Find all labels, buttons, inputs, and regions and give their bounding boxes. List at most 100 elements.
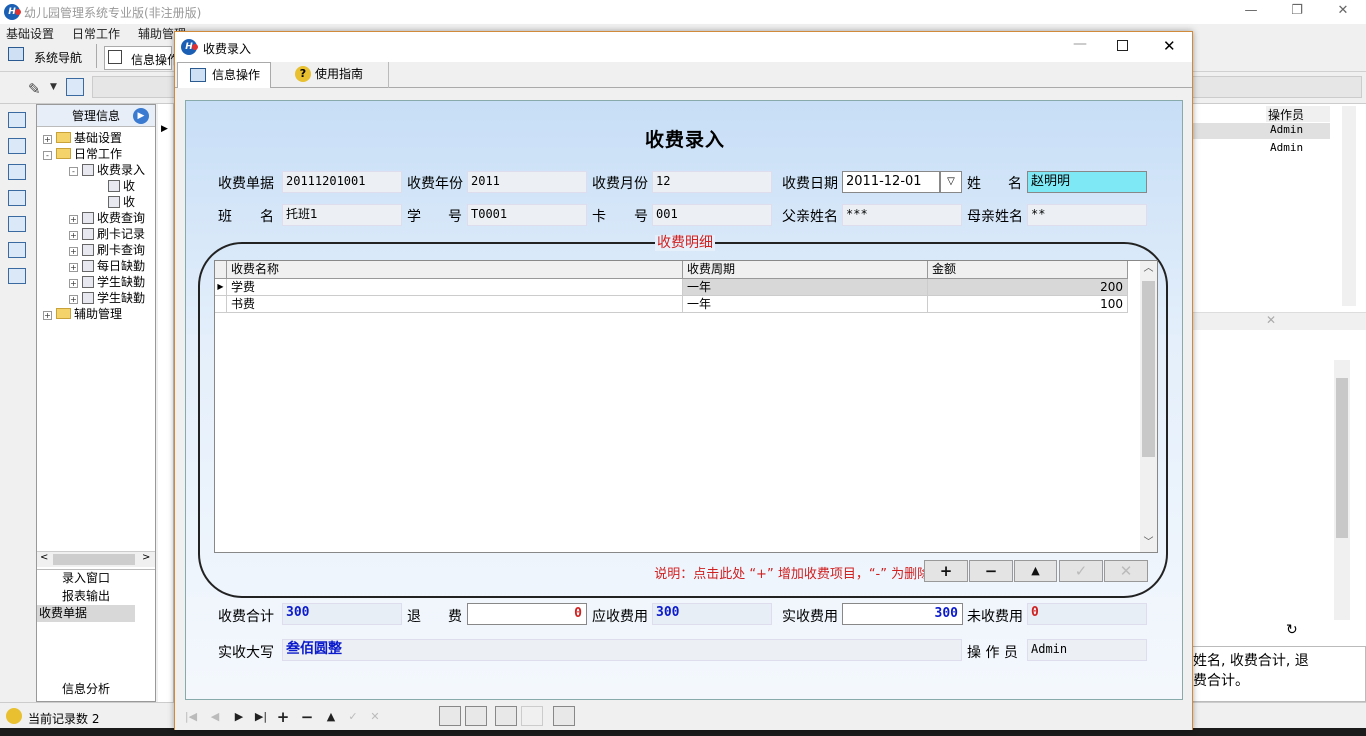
- delete-row-button[interactable]: −: [969, 560, 1013, 582]
- add-row-button[interactable]: +: [924, 560, 968, 582]
- dialog-tab-guide[interactable]: ? 使用指南: [281, 62, 389, 88]
- network-icon[interactable]: [8, 138, 26, 154]
- edit-record-icon[interactable]: ▲: [321, 708, 341, 726]
- grid-col-period[interactable]: 收费周期: [683, 261, 928, 279]
- scroll-down-icon[interactable]: ﹀: [1140, 535, 1157, 551]
- bg-splitter[interactable]: ✕: [1190, 312, 1366, 330]
- dialog-tab-info-ops[interactable]: 信息操作: [177, 62, 272, 88]
- refund-input[interactable]: 0: [467, 603, 587, 625]
- expand-icon[interactable]: +: [43, 311, 52, 320]
- tree-item[interactable]: 收: [95, 177, 135, 194]
- tree-item[interactable]: + 刷卡查询: [69, 241, 145, 258]
- date-input[interactable]: 2011-12-01: [842, 171, 940, 193]
- grid-cell-period[interactable]: 一年: [683, 296, 928, 313]
- prev-record-icon[interactable]: ◀: [205, 708, 225, 726]
- nav-hscroll[interactable]: < >: [37, 551, 155, 567]
- name-input[interactable]: 赵明明: [1027, 171, 1147, 193]
- print-icon[interactable]: [439, 706, 461, 726]
- bg-vscroll[interactable]: [1342, 106, 1356, 306]
- collapse-icon[interactable]: -: [43, 151, 52, 160]
- dialog-maximize-icon[interactable]: [1117, 40, 1128, 51]
- menu-daily-work[interactable]: 日常工作: [72, 25, 120, 42]
- tree-item[interactable]: + 学生缺勤: [69, 289, 145, 306]
- expand-icon[interactable]: +: [69, 279, 78, 288]
- grid-cell-period[interactable]: 一年: [683, 279, 928, 296]
- window-icon[interactable]: [8, 112, 26, 128]
- scroll-up-icon[interactable]: ︿: [1140, 261, 1157, 277]
- grid-col-name[interactable]: 收费名称: [227, 261, 683, 279]
- bg-panel-scroll[interactable]: [1334, 360, 1350, 620]
- expand-icon[interactable]: +: [69, 215, 78, 224]
- insert-record-icon[interactable]: +: [273, 708, 293, 726]
- print-preview-icon[interactable]: [465, 706, 487, 726]
- grid-col-amount[interactable]: 金额: [928, 261, 1128, 279]
- chevron-down-icon[interactable]: ▼: [50, 82, 57, 92]
- tree-item[interactable]: + 每日缺勤: [69, 257, 145, 274]
- expand-icon[interactable]: +: [69, 247, 78, 256]
- restore-icon[interactable]: ❐: [1274, 0, 1320, 24]
- scroll-right-icon[interactable]: >: [142, 552, 150, 563]
- menu-basic-settings[interactable]: 基础设置: [6, 25, 54, 42]
- first-record-icon[interactable]: |◀: [181, 708, 201, 726]
- dialog-tab-info-ops-label: 信息操作: [212, 68, 261, 82]
- nav-item-report-output[interactable]: 报表输出: [37, 588, 135, 605]
- dialog-close-icon[interactable]: ✕: [1163, 37, 1176, 55]
- dialog-minimize-icon[interactable]: —: [1073, 36, 1087, 52]
- post-record-icon[interactable]: ✓: [343, 708, 363, 726]
- collapse-icon[interactable]: ▶: [133, 108, 149, 124]
- document-icon[interactable]: [8, 190, 26, 206]
- tab-system-nav[interactable]: 系统导航: [34, 49, 82, 66]
- expand-icon[interactable]: +: [69, 263, 78, 272]
- nav-icon: [8, 47, 24, 61]
- nav-item-entry-window[interactable]: 录入窗口: [37, 570, 135, 587]
- trash-icon[interactable]: [8, 268, 26, 284]
- tree-item[interactable]: + 基础设置: [43, 129, 122, 146]
- search-icon[interactable]: [66, 78, 84, 96]
- grid-vscroll-thumb[interactable]: [1142, 281, 1155, 457]
- tree-item[interactable]: - 日常工作: [43, 145, 122, 162]
- grid-cell-amount[interactable]: 100: [928, 296, 1128, 313]
- tree-item[interactable]: + 学生缺勤: [69, 273, 145, 290]
- tree-item[interactable]: + 刷卡记录: [69, 225, 145, 242]
- collapse-icon[interactable]: -: [69, 167, 78, 176]
- nav-hscroll-thumb[interactable]: [53, 554, 135, 565]
- nav-item-receipt[interactable]: 收费单据: [37, 605, 135, 622]
- bg-panel-scroll-thumb[interactable]: [1336, 378, 1348, 538]
- grid-cell-amount[interactable]: 200: [928, 279, 1128, 296]
- play-icon[interactable]: [521, 706, 543, 726]
- users-icon[interactable]: [8, 242, 26, 258]
- expand-icon[interactable]: +: [69, 295, 78, 304]
- chart-icon[interactable]: [8, 216, 26, 232]
- save-button[interactable]: ✓: [1059, 560, 1103, 582]
- expand-icon[interactable]: +: [69, 231, 78, 240]
- delete-record-icon[interactable]: −: [297, 708, 317, 726]
- cancel-button[interactable]: ✕: [1104, 560, 1148, 582]
- expand-icon[interactable]: +: [43, 135, 52, 144]
- grid-vscroll[interactable]: ︿ ﹀: [1140, 261, 1157, 552]
- grid-cell-name[interactable]: 书费: [227, 296, 683, 313]
- refresh-icon[interactable]: ↻: [1286, 622, 1298, 638]
- tree-item[interactable]: + 辅助管理: [43, 305, 122, 322]
- minimize-icon[interactable]: —: [1228, 0, 1274, 24]
- grid-cell-name[interactable]: 学费: [227, 279, 683, 296]
- paid-input[interactable]: 300: [842, 603, 963, 625]
- tree-item[interactable]: - 收费录入: [69, 161, 145, 178]
- move-up-button[interactable]: ▲: [1014, 560, 1057, 582]
- date-dropdown-icon[interactable]: ▽: [940, 171, 962, 193]
- fee-detail-grid[interactable]: 收费名称 收费周期 金额 ▶ 学费 一年 200 书费 一年 100 ︿ ﹀: [214, 260, 1158, 553]
- pencil-icon[interactable]: ✎: [28, 80, 41, 98]
- nav-footer-analysis[interactable]: 信息分析: [37, 680, 135, 697]
- close-icon[interactable]: ✕: [1266, 313, 1276, 327]
- close-icon[interactable]: ✕: [1320, 0, 1366, 24]
- folder-icon: [56, 308, 71, 319]
- zoom-icon[interactable]: [495, 706, 517, 726]
- list-icon[interactable]: [8, 164, 26, 180]
- cancel-record-icon[interactable]: ✕: [365, 708, 385, 726]
- scroll-left-icon[interactable]: <: [40, 552, 48, 563]
- find-icon[interactable]: [553, 706, 575, 726]
- last-record-icon[interactable]: ▶|: [251, 708, 271, 726]
- tree-item[interactable]: 收: [95, 193, 135, 210]
- next-record-icon[interactable]: ▶: [229, 708, 249, 726]
- tree-item[interactable]: + 收费查询: [69, 209, 145, 226]
- tab-info-ops[interactable]: 信息操作: [104, 46, 179, 70]
